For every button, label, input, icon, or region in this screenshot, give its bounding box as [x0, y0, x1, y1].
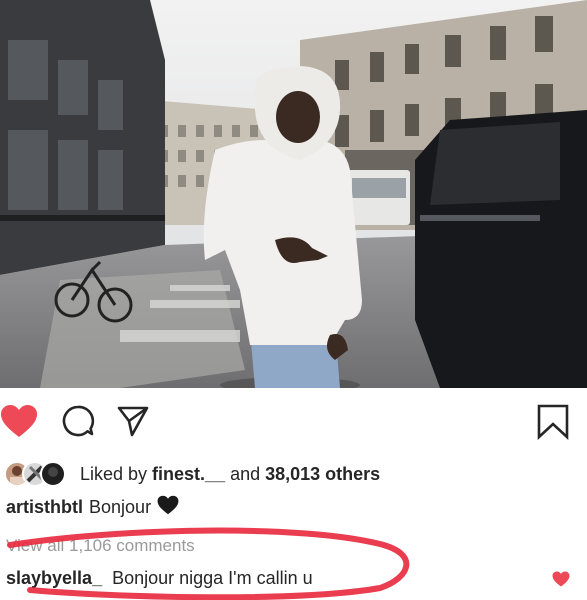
- view-all-comments-link[interactable]: View all 1,106 comments: [6, 536, 195, 556]
- liked-by-prefix: Liked by: [80, 463, 153, 484]
- liked-by-username[interactable]: finest.__: [152, 464, 225, 484]
- post-actions-bar: [0, 396, 587, 448]
- liked-by-row[interactable]: Liked by finest.__ and 38,013 others: [0, 458, 587, 490]
- post-photo-illustration: [0, 0, 587, 388]
- liked-by-and: and: [225, 463, 266, 484]
- share-icon[interactable]: [116, 404, 150, 443]
- caption-username[interactable]: artisthbtl: [6, 497, 83, 518]
- comment-text: Bonjour nigga I'm callin u: [112, 568, 313, 588]
- likes-count[interactable]: 38,013 others: [265, 464, 380, 484]
- post-photo[interactable]: [0, 0, 587, 388]
- comment-username[interactable]: slaybyella_: [6, 568, 102, 588]
- comment-row: slaybyella_ Bonjour nigga I'm callin u: [6, 568, 313, 589]
- liker-avatars[interactable]: [4, 459, 72, 489]
- avatar[interactable]: [40, 461, 66, 487]
- comment-icon[interactable]: [61, 404, 95, 443]
- caption-text: Bonjour: [89, 497, 152, 517]
- liked-by-text: Liked by finest.__ and 38,013 others: [80, 464, 380, 485]
- post-caption: artisthbtl Bonjour: [6, 495, 179, 520]
- black-heart-icon: [157, 495, 179, 520]
- heart-icon[interactable]: [0, 404, 38, 443]
- bookmark-icon[interactable]: [537, 404, 569, 445]
- comment-like-heart-icon[interactable]: [552, 571, 570, 592]
